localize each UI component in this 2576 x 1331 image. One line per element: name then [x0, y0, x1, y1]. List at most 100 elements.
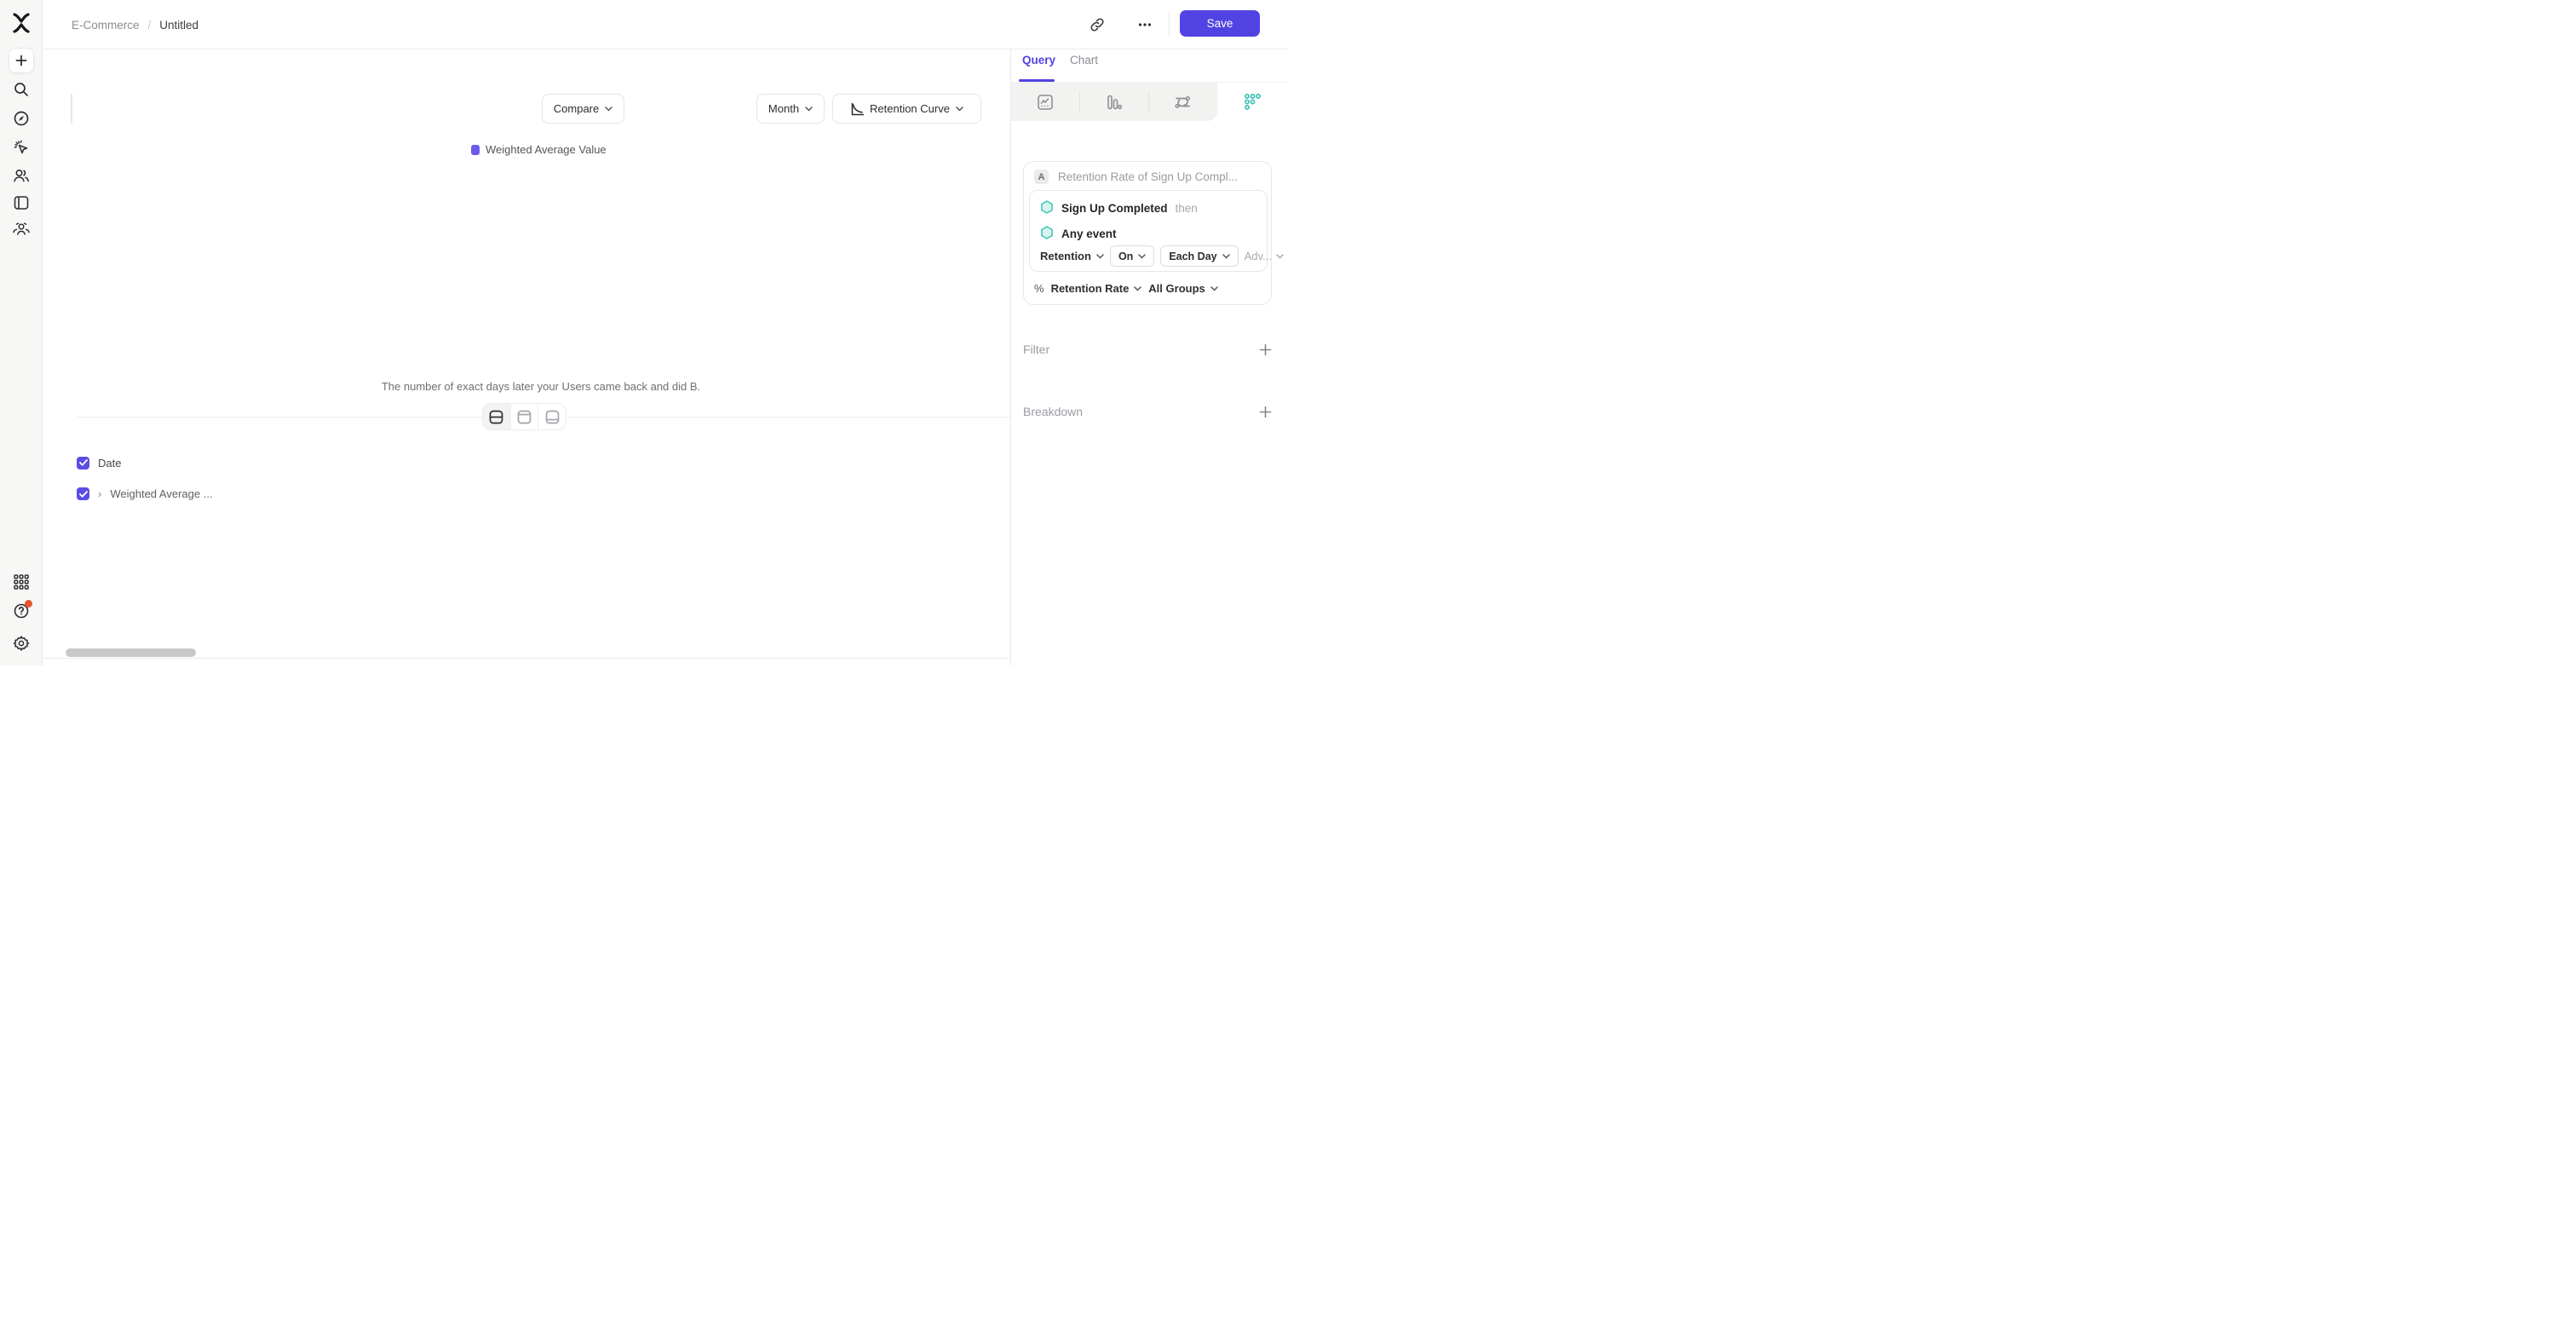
- event-hexagon-icon: [1040, 226, 1054, 241]
- breadcrumb-project[interactable]: E-Commerce: [72, 19, 140, 32]
- advanced-dropdown[interactable]: Adv...: [1245, 250, 1284, 262]
- groups-dropdown[interactable]: All Groups: [1148, 282, 1217, 295]
- row-label[interactable]: Weighted Average ...: [110, 487, 212, 500]
- horizontal-scrollbar-thumb[interactable]: [66, 648, 196, 657]
- add-filter-button[interactable]: [1259, 343, 1272, 356]
- divider-line: [77, 417, 482, 418]
- expand-row-chevron[interactable]: ›: [98, 487, 101, 500]
- check-icon: [79, 491, 88, 498]
- plus-icon: [1259, 343, 1272, 356]
- compare-button[interactable]: Compare: [542, 94, 624, 124]
- event-row-a: Sign Up Completed then: [1040, 200, 1198, 216]
- chevron-down-icon: [1210, 286, 1218, 291]
- toggle-chart-only[interactable]: [511, 404, 539, 429]
- filter-section: Filter: [1023, 343, 1272, 356]
- report-type-flows[interactable]: [1148, 83, 1217, 121]
- left-nav-rail: [0, 0, 43, 666]
- query-step-header: A Retention Rate of Sign Up Compl...: [1034, 170, 1238, 184]
- plus-icon: [1259, 406, 1272, 418]
- chevron-down-icon: [1134, 286, 1141, 291]
- funnels-icon: [1106, 94, 1123, 111]
- panel-divider: [1010, 49, 1011, 666]
- date-range-segmented-control: [71, 94, 72, 124]
- retention-type-dropdown[interactable]: Retention: [1040, 250, 1104, 262]
- save-button[interactable]: Save: [1180, 10, 1260, 37]
- split-view-icon: [489, 410, 503, 424]
- chevron-down-icon: [805, 107, 813, 112]
- tab-query[interactable]: Query: [1022, 54, 1055, 81]
- granularity-dropdown[interactable]: Month: [756, 94, 825, 124]
- measure-dropdown[interactable]: Retention Rate: [1051, 282, 1142, 295]
- bottom-border: [43, 658, 1010, 659]
- event-hexagon-icon: [1040, 200, 1054, 216]
- breakdown-label: Breakdown: [1023, 405, 1083, 418]
- discover-compass-icon[interactable]: [13, 110, 30, 127]
- breakdown-section: Breakdown: [1023, 405, 1272, 418]
- filter-label: Filter: [1023, 343, 1049, 356]
- row-checkbox[interactable]: [77, 487, 89, 500]
- each-day-dropdown[interactable]: Each Day: [1160, 245, 1238, 267]
- legend-label: Weighted Average Value: [486, 143, 607, 156]
- report-type-retention[interactable]: [1217, 83, 1288, 121]
- create-new-button[interactable]: [9, 48, 34, 73]
- plus-icon: [14, 54, 28, 67]
- header-divider: [1169, 11, 1170, 37]
- report-type-insights[interactable]: [1010, 83, 1079, 121]
- add-breakdown-button[interactable]: [1259, 406, 1272, 418]
- flows-icon: [1174, 94, 1192, 111]
- search-icon[interactable]: [13, 81, 30, 98]
- step-title[interactable]: Retention Rate of Sign Up Compl...: [1058, 170, 1238, 183]
- retention-icon: [1244, 93, 1262, 111]
- copy-link-icon[interactable]: [1090, 17, 1105, 32]
- more-options-icon[interactable]: [1137, 17, 1153, 32]
- chevron-down-icon: [605, 107, 612, 112]
- on-dropdown[interactable]: On: [1110, 245, 1154, 267]
- chart-only-icon: [517, 410, 532, 424]
- events-cursor-icon[interactable]: [12, 139, 30, 157]
- event-selection-card: Sign Up Completed then Any event Retenti…: [1029, 190, 1268, 272]
- event-row-b: Any event: [1040, 226, 1117, 241]
- legend-swatch: [471, 145, 480, 155]
- step-badge: A: [1034, 170, 1049, 184]
- help-icon[interactable]: [13, 602, 30, 619]
- chevron-down-icon: [956, 107, 963, 112]
- breadcrumb: E-Commerce / Untitled: [72, 0, 198, 49]
- chevron-down-icon: [1222, 254, 1230, 259]
- mixpanel-logo[interactable]: [11, 13, 32, 33]
- event-b-name[interactable]: Any event: [1061, 228, 1117, 240]
- notification-dot: [25, 600, 32, 608]
- insights-icon: [1037, 94, 1054, 111]
- chart-type-dropdown[interactable]: Retention Curve: [832, 94, 981, 124]
- app-window: E-Commerce / Untitled Save Compare Month…: [0, 0, 1288, 666]
- toggle-table-only[interactable]: [538, 404, 566, 429]
- event-a-name[interactable]: Sign Up Completed: [1061, 202, 1168, 215]
- select-all-checkbox[interactable]: [77, 457, 89, 470]
- chevron-down-icon: [1096, 254, 1104, 259]
- apps-grid-icon[interactable]: [13, 574, 29, 591]
- layout-toggle-group: [482, 403, 566, 430]
- divider-line: [566, 417, 1010, 418]
- report-type-funnels[interactable]: [1079, 83, 1148, 121]
- retention-curve-line: [100, 153, 1028, 371]
- percent-symbol: %: [1034, 282, 1044, 295]
- chevron-down-icon: [1138, 254, 1146, 259]
- chart-legend[interactable]: Weighted Average Value: [471, 143, 607, 156]
- boards-icon[interactable]: [13, 195, 29, 211]
- top-header: E-Commerce / Untitled Save: [43, 0, 1288, 49]
- retention-table: Date › Weighted Average ...: [77, 447, 1009, 528]
- settings-gear-icon[interactable]: [13, 635, 30, 652]
- table-only-icon: [545, 410, 560, 424]
- table-row: › Weighted Average ...: [77, 479, 251, 509]
- users-icon[interactable]: [12, 167, 30, 184]
- retention-controls-row: Retention On Each Day Adv...: [1040, 245, 1284, 267]
- breadcrumb-separator: /: [148, 19, 152, 32]
- table-header-row: Date: [77, 447, 251, 479]
- column-header-date[interactable]: Date: [98, 457, 121, 470]
- chevron-down-icon: [1276, 254, 1284, 259]
- measure-row: % Retention Rate All Groups: [1034, 282, 1218, 295]
- toggle-split-view[interactable]: [483, 404, 511, 429]
- cohorts-icon[interactable]: [12, 222, 31, 237]
- check-icon: [79, 459, 88, 466]
- tab-chart[interactable]: Chart: [1070, 54, 1098, 81]
- page-title[interactable]: Untitled: [159, 19, 198, 32]
